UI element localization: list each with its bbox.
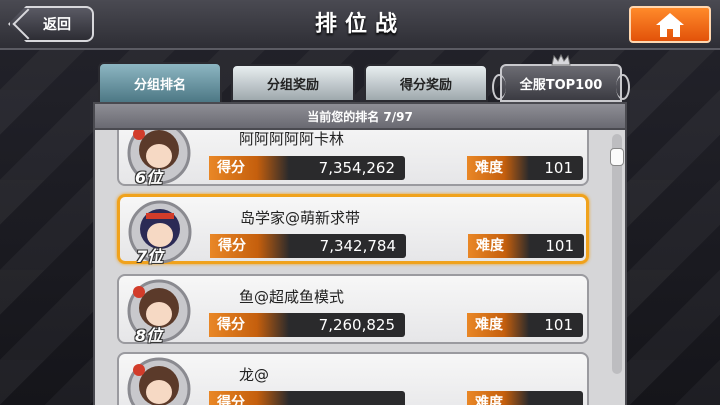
rank-medal: [115, 356, 203, 405]
ranking-row[interactable]: 龙@ 得分 难度: [117, 352, 589, 405]
ranking-row[interactable]: 8位 鱼@超咸鱼模式 得分 7,260,825 难度 101: [115, 274, 589, 345]
score-box: 得分 7,354,262: [209, 156, 405, 180]
rank-medal: 7位: [116, 199, 204, 266]
laurel-right-icon: [616, 74, 630, 100]
player-name: 龙@: [239, 366, 270, 384]
tab-label: 得分奖励: [399, 77, 452, 93]
back-button-label: 返回: [43, 17, 71, 33]
ranking-row-current-player[interactable]: 7位 岛学家@萌新求带 得分 7,342,784 难度 101: [116, 194, 589, 266]
home-icon: [656, 12, 684, 37]
score-value: 7,260,825: [318, 316, 395, 334]
tab-group-ranking[interactable]: 分组排名: [98, 62, 222, 104]
back-button[interactable]: 返回: [8, 6, 94, 42]
tab-label: 分组奖励: [266, 77, 319, 93]
score-value: 7,342,784: [319, 237, 396, 255]
difficulty-box: 难度 101: [467, 313, 583, 337]
score-label: 得分: [209, 156, 289, 180]
scrollbar-thumb[interactable]: [610, 148, 624, 166]
crown-icon: [551, 54, 571, 66]
avatar: [127, 357, 191, 405]
difficulty-value: 101: [544, 159, 573, 177]
tab-label: 全服TOP100: [519, 77, 603, 93]
score-label: 得分: [209, 313, 289, 337]
player-name: 岛学家@萌新求带: [240, 209, 361, 227]
tab-server-top100[interactable]: 全服TOP100: [492, 54, 630, 102]
list-scrollbar[interactable]: [610, 134, 624, 374]
difficulty-label: 难度: [467, 156, 529, 180]
difficulty-label: 难度: [468, 234, 530, 258]
rank-number: 6位: [135, 168, 163, 187]
page-title: 排位战: [314, 12, 405, 37]
player-name: 阿阿阿阿阿卡林: [239, 130, 345, 148]
difficulty-box: 难度 101: [467, 156, 583, 180]
player-name: 鱼@超咸鱼模式: [239, 288, 345, 306]
difficulty-label: 难度: [467, 391, 529, 405]
home-button[interactable]: [629, 6, 711, 43]
tab-group-rewards[interactable]: 分组奖励: [231, 64, 355, 102]
current-rank-banner: 当前您的排名 7/97: [95, 104, 625, 130]
rank-medal: 8位: [115, 278, 203, 345]
tab-score-rewards[interactable]: 得分奖励: [364, 64, 488, 102]
score-box: 得分 7,260,825: [209, 313, 405, 337]
score-box: 得分: [209, 391, 405, 405]
score-box: 得分 7,342,784: [210, 234, 406, 258]
rank-number: 7位: [136, 247, 164, 266]
difficulty-value: 101: [544, 316, 573, 334]
score-label: 得分: [209, 391, 289, 405]
ranking-row[interactable]: 6位 阿阿阿阿阿卡林 得分 7,354,262 难度 101: [115, 130, 589, 187]
ranking-list[interactable]: 6位 阿阿阿阿阿卡林 得分 7,354,262 难度 101 7位 岛学家@萌新…: [95, 130, 625, 405]
tab-label: 分组排名: [133, 77, 186, 93]
difficulty-value: 101: [545, 237, 574, 255]
difficulty-box: 难度: [467, 391, 583, 405]
difficulty-label: 难度: [467, 313, 529, 337]
ranking-panel: 当前您的排名 7/97 6位 阿阿阿阿阿卡林 得分 7,354,262 难度 1…: [93, 102, 627, 405]
score-value: 7,354,262: [318, 159, 395, 177]
score-label: 得分: [210, 234, 290, 258]
rank-medal: 6位: [115, 130, 203, 187]
laurel-left-icon: [492, 74, 506, 100]
rank-number: 8位: [135, 326, 163, 345]
difficulty-box: 难度 101: [468, 234, 584, 258]
